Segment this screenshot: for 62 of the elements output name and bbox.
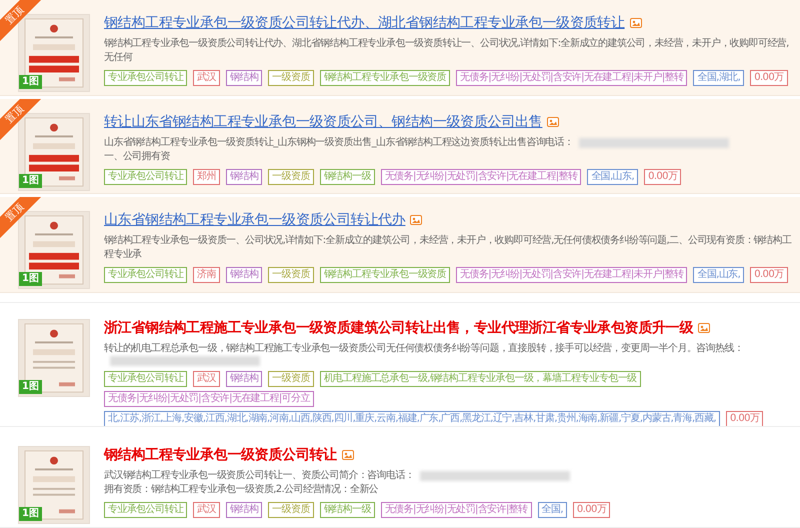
photo-count-badge: 1图 (19, 380, 42, 394)
listing-tag: 一级资质 (268, 168, 314, 185)
listing-tag: 北,江苏,浙江,上海,安徽,江西,湖北,湖南,河南,山西,陕西,四川,重庆,云南,福建,广东,广西,黑龙江,辽宁,吉林,甘肃,贵州,海南,新疆,宁夏,内蒙古,青海,西藏, (104, 410, 720, 426)
listing-tag: 全国, (538, 502, 567, 518)
listing-tag: 武汉 (193, 370, 220, 387)
listing-title-link[interactable]: 转让山东省钢结构工程专业承包一级资质公司、钢结构一级资质公司出售 (104, 112, 542, 131)
listing-tag: 钢结构 (226, 370, 262, 387)
listing-tag: 钢结构 (226, 70, 262, 86)
listing-tag: 专业承包公司转让 (104, 502, 188, 518)
listing-tag: 钢结构一级 (320, 168, 375, 185)
image-icon (630, 18, 642, 28)
image-icon (547, 116, 560, 127)
listing-tag: 全国,山东, (587, 168, 638, 185)
listing-tag: 0.00万 (644, 168, 682, 185)
listing-tag: 无债务|无纠纷|无处罚|含安许|整转 (380, 502, 532, 518)
listing-tag: 郑州 (193, 168, 220, 185)
listing-tag: 一级资质 (268, 502, 314, 518)
listing-tag: 无债务|无纠纷|无处罚|含安许|无在建工程|未开户|整转 (456, 70, 688, 86)
photo-count-badge: 1图 (19, 507, 42, 522)
listing-tag: 0.00万 (750, 267, 788, 284)
listing-tag: 济南 (193, 267, 220, 284)
listing-tag: 武汉 (193, 502, 220, 518)
listing-description: 山东省钢结构工程专业承包一级资质转让_山东钢构一级资质出售_山东省钢结构工程这边资质转让出售咨询电话： (104, 136, 574, 150)
listing-tag: 无债务|无纠纷|无处罚|含安许|无在建工程|整转 (380, 168, 582, 185)
listing-tag: 专业承包公司转让 (104, 168, 188, 185)
listing-tag: 0.00万 (572, 502, 610, 518)
listing-tag: 专业承包公司转让 (104, 267, 188, 284)
photo-count-badge: 1图 (19, 272, 42, 286)
listing-tag: 一级资质 (268, 267, 314, 284)
listing-tag: 专业承包公司转让 (104, 70, 188, 86)
listing-tag: 一级资质 (268, 370, 314, 387)
listing-tag: 专业承包公司转让 (104, 370, 188, 387)
listing-tag: 一级资质 (268, 70, 314, 86)
listing-description: 一、公司拥有资 (104, 150, 170, 164)
photo-count-badge: 1图 (19, 75, 42, 89)
listing-tag: 0.00万 (750, 70, 788, 86)
listing-title-link[interactable]: 山东省钢结构工程专业承包一级资质公司转让代办 (104, 211, 406, 230)
listing-tag: 无债务|无纠纷|无处罚|含安许|无在建工程|可分立 (104, 390, 314, 407)
listing-title-link[interactable]: 钢结构工程专业承包一级资质公司转让 (104, 446, 337, 464)
listing-description: 拥有资质：钢结构工程专业承包一级资质,2.公司经营情况：全新公 (104, 483, 378, 498)
listing-tag: 钢结构工程专业承包一级资质 (320, 267, 450, 284)
listing-description: 钢结构工程专业承包一级资质公司转让代办、湖北省钢结构工程专业承包一级资质转让一、公司状况,详情如下:全新成立的建筑公司，未经营，未开户，收购即可经营,无任何 (104, 37, 790, 65)
listing-tag: 全国,湖北, (693, 70, 744, 86)
listing-tag: 钢结构一级 (320, 502, 375, 518)
image-icon (698, 322, 710, 333)
listing-tag: 机电工程施工总承包一级,钢结构工程专业承包一级，幕墙工程专业专包一级 (320, 370, 641, 387)
listing-description: 武汉钢结构工程专业承包一级资质公司转让一、资质公司简介：咨询电话： (104, 469, 414, 484)
listing-tag: 武汉 (193, 70, 220, 86)
listing-title-link[interactable]: 钢结构工程专业承包一级资质公司转让代办、湖北省钢结构工程专业承包一级资质转让 (104, 14, 625, 32)
listing-description: 钢结构工程专业承包一级资质一、公司状况,详情如下:全新成立的建筑公司，未经营，未开户，收购即可经营,无任何债权债务纠纷等问题,二、公司现有资质：钢结构工程专业承 (104, 234, 792, 262)
image-icon (342, 450, 354, 460)
photo-count-badge: 1图 (19, 174, 42, 188)
listing-description: 转让的机电工程总承包一级，钢结构工程施工专业承包一级资质公司无任何债权债务纠纷等问题，直接股转，接手可以经营，变更周一半个月。咨询热线： (104, 342, 744, 356)
listing-tag: 钢结构 (226, 502, 262, 518)
listing-tag: 钢结构 (226, 168, 262, 185)
listing-tag: 钢结构工程专业承包一级资质 (320, 70, 450, 86)
listing-tag: 钢结构 (226, 267, 262, 284)
listing-tag: 0.00万 (726, 410, 764, 426)
listing-tag: 无债务|无纠纷|无处罚|含安许|无在建工程|未开户|整转 (456, 267, 688, 284)
image-icon (410, 215, 422, 226)
listing-title-link[interactable]: 浙江省钢结构工程施工专业承包一级资质建筑公司转让出售，专业代理浙江省专业承包资质升一级 (104, 318, 694, 337)
listing-tag: 全国,山东, (693, 267, 744, 284)
